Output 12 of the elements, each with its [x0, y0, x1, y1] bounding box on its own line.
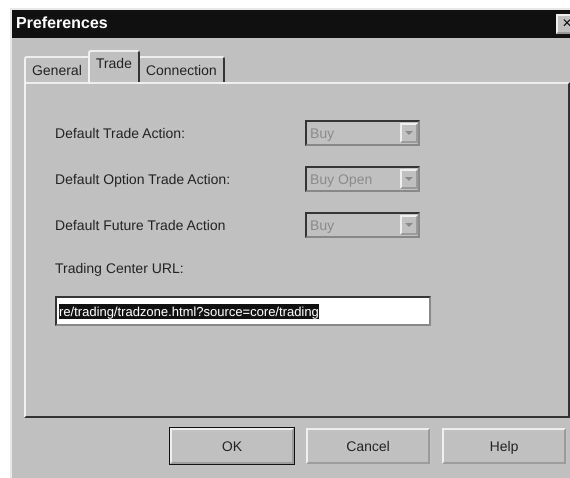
field-label: Default Trade Action:: [55, 125, 186, 141]
dialog-button[interactable]: Help: [442, 428, 566, 464]
tab[interactable]: General: [24, 56, 90, 82]
window-title: Preferences: [16, 15, 108, 33]
tab[interactable]: Trade: [88, 50, 140, 82]
dialog-button[interactable]: Cancel: [306, 428, 430, 464]
field-label: Default Future Trade Action: [55, 217, 226, 233]
field-label: Trading Center URL:: [55, 260, 185, 276]
dialog-button[interactable]: OK: [170, 428, 294, 464]
field-label: Default Option Trade Action:: [55, 171, 232, 187]
tab[interactable]: Connection: [138, 56, 225, 82]
url-field[interactable]: re/trading/tradzone.html?source=core/trading: [55, 296, 431, 326]
